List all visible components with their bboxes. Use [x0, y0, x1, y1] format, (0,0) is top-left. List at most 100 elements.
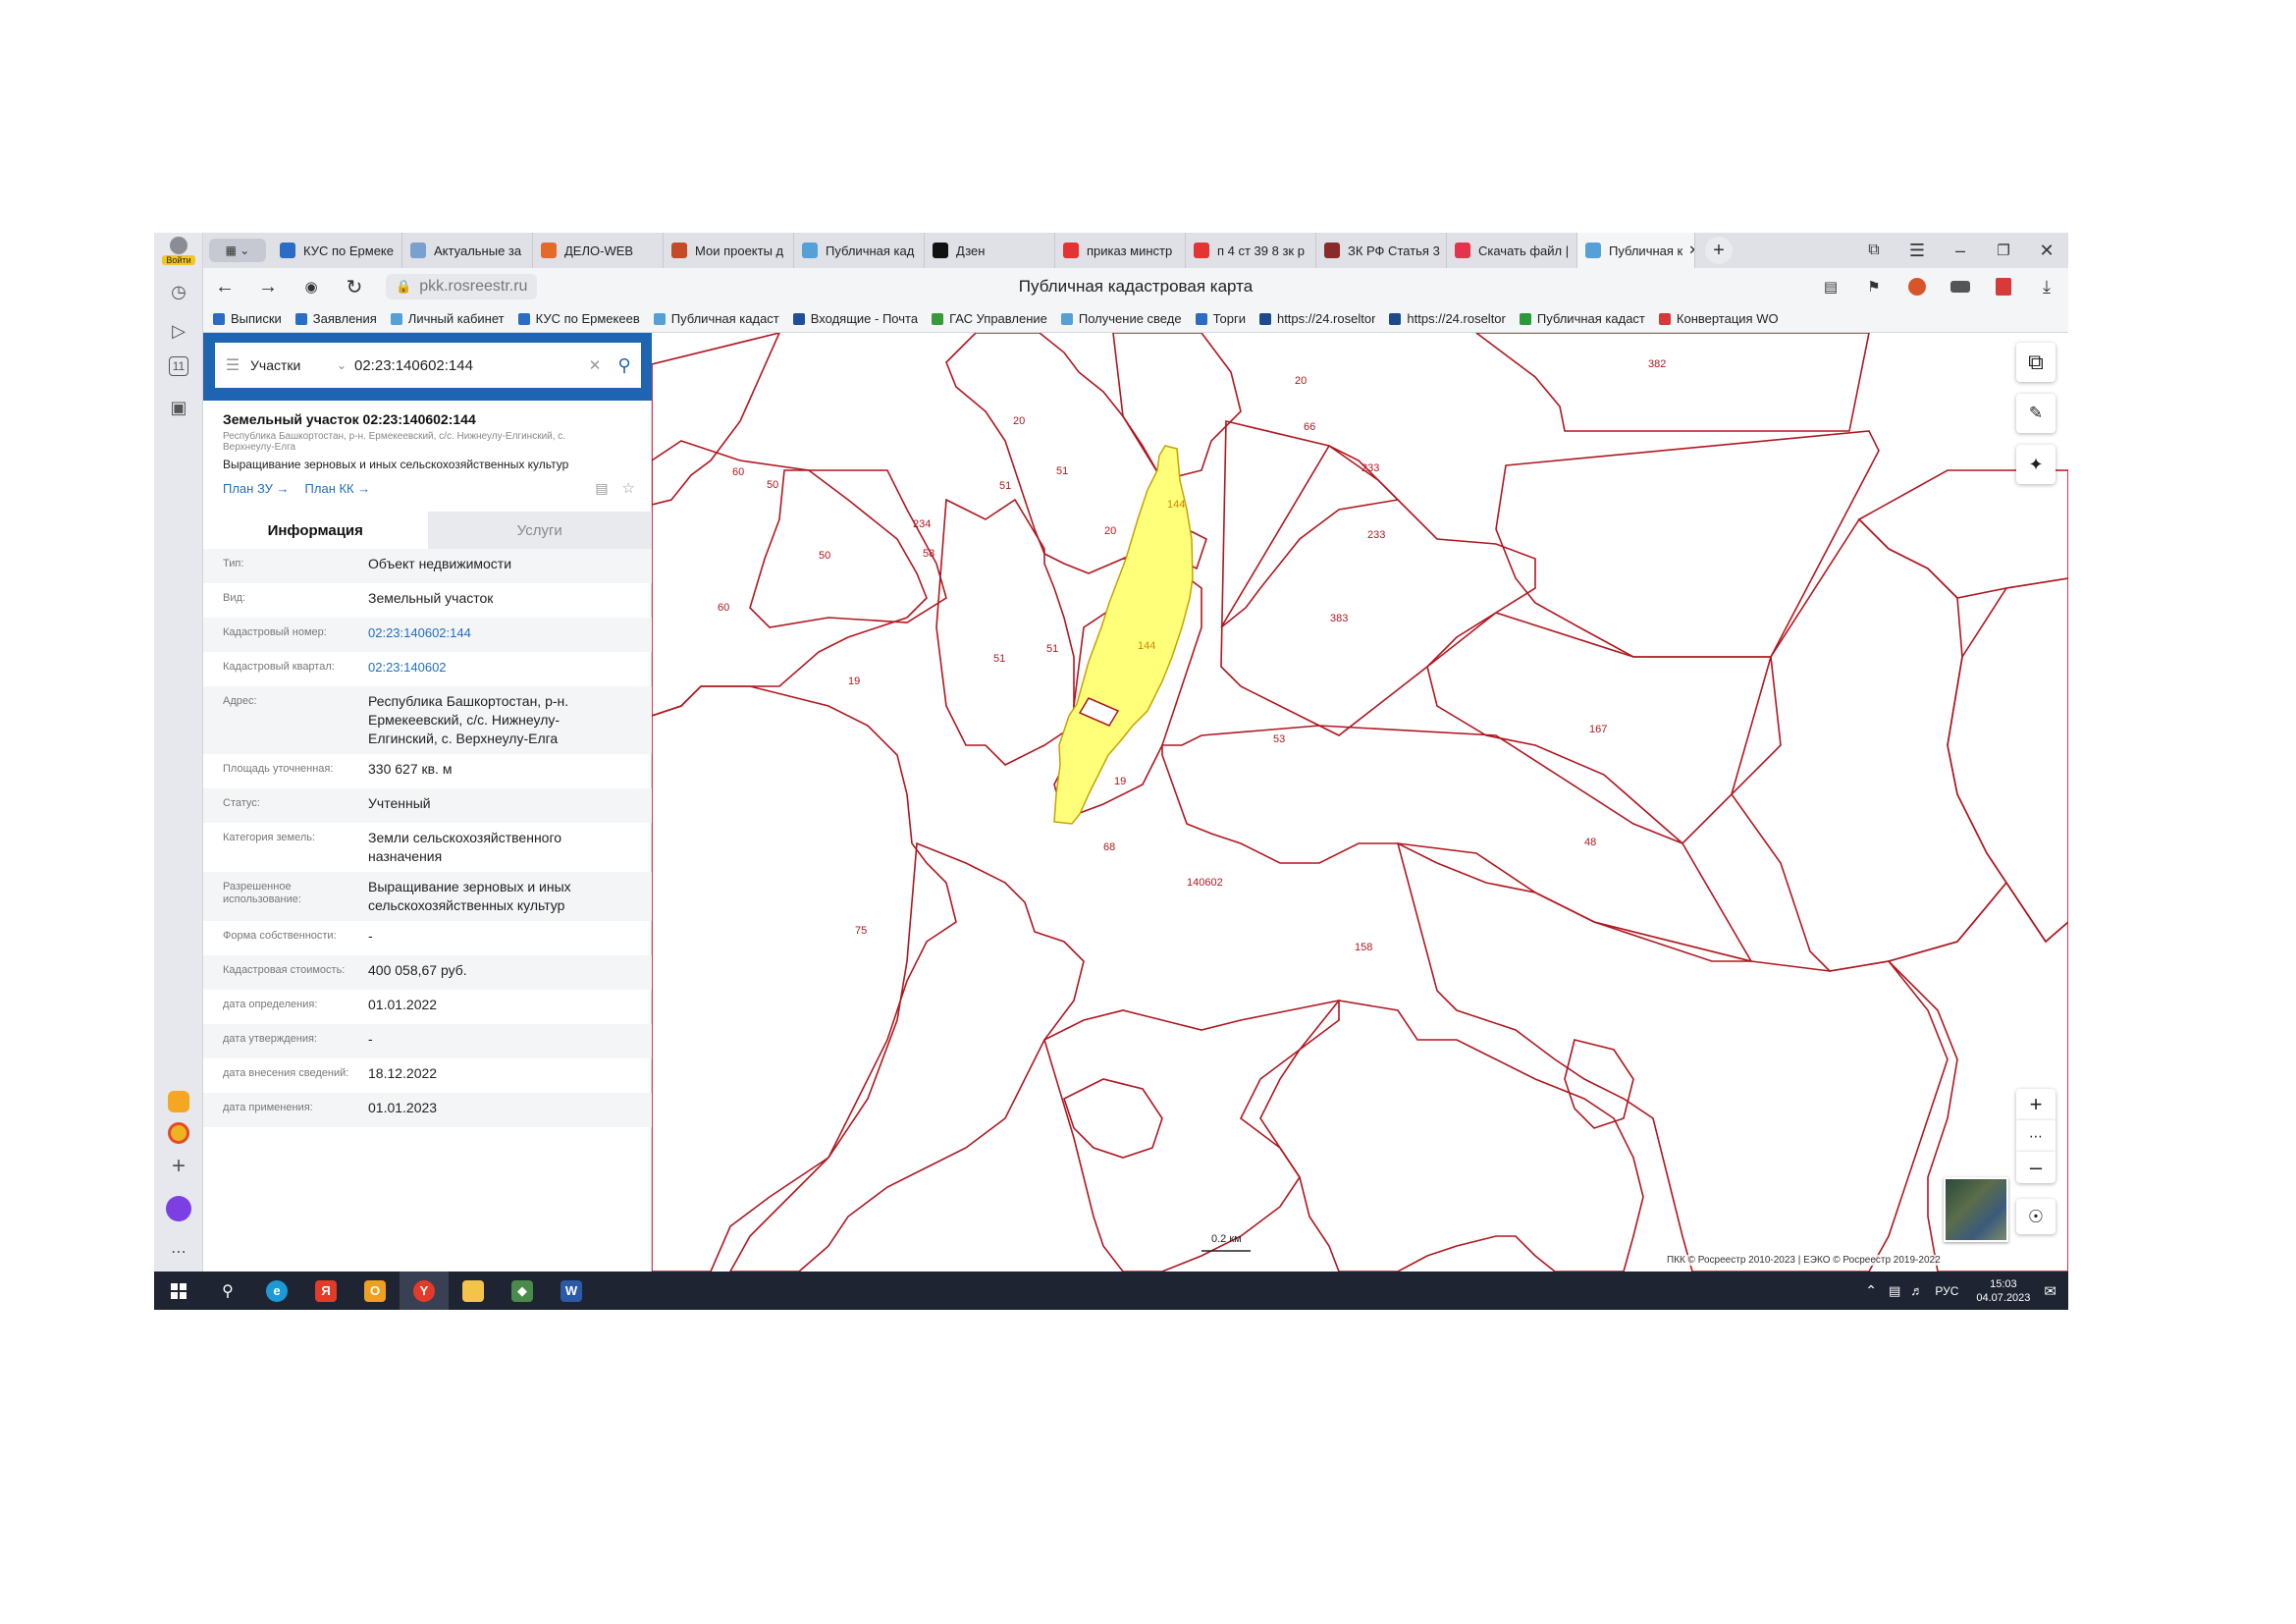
satellite-thumbnail[interactable]: [1944, 1177, 2008, 1242]
zoom-out-button[interactable]: –: [2016, 1152, 2056, 1183]
volume-icon[interactable]: ♬: [1910, 1283, 1923, 1298]
menu-icon[interactable]: ☰: [1896, 241, 1939, 261]
outlook-icon[interactable]: O: [350, 1272, 400, 1310]
bookmark-favicon: [1519, 312, 1531, 325]
menu-hamburger-icon[interactable]: ☰: [215, 355, 250, 375]
tabs-counter-icon[interactable]: 11: [169, 356, 188, 376]
profile-button[interactable]: Войти: [162, 237, 195, 268]
extension-1-icon[interactable]: [1896, 268, 1939, 305]
bookmark-item[interactable]: Выписки: [213, 311, 282, 326]
minimize-icon[interactable]: –: [1939, 241, 1982, 261]
tab-label: п 4 ст 39 8 зк р: [1217, 243, 1305, 258]
history-icon[interactable]: ◷: [165, 278, 192, 305]
attribute-row: Категория земель: Земли сельскохозяйствен…: [203, 823, 652, 872]
collections-icon[interactable]: [165, 1088, 192, 1115]
bookmark-item[interactable]: Входящие - Почта: [792, 311, 918, 326]
ruler-icon[interactable]: ✎: [2016, 394, 2056, 433]
search-icon[interactable]: ⚲: [608, 355, 641, 376]
extension-2-icon[interactable]: [1939, 268, 1982, 305]
bookmark-item[interactable]: КУС по Ермекеев: [517, 311, 640, 326]
bookmark-item[interactable]: Получение сведе: [1060, 311, 1182, 326]
bookmark-manager-icon[interactable]: ⧉: [1852, 242, 1896, 259]
file-explorer-icon[interactable]: [449, 1272, 498, 1310]
browser-tab[interactable]: КУС по Ермеке: [272, 233, 402, 268]
favorite-star-icon[interactable]: ☆: [622, 479, 635, 497]
locate-icon[interactable]: ✦: [2016, 445, 2056, 484]
yandex-browser-icon[interactable]: Я: [301, 1272, 350, 1310]
network-icon[interactable]: ▤: [1889, 1283, 1900, 1299]
tab-favicon: [802, 243, 818, 258]
zoom-more-icon[interactable]: ⋯: [2016, 1120, 2056, 1152]
reload-icon[interactable]: ↻: [333, 268, 376, 305]
notifications-icon[interactable]: ✉: [2044, 1282, 2056, 1300]
layers-icon[interactable]: ⧉: [2016, 343, 2056, 382]
restore-icon[interactable]: ❐: [1982, 242, 2025, 259]
network-app-icon[interactable]: ◆: [498, 1272, 547, 1310]
market-icon[interactable]: [165, 1119, 192, 1147]
attribute-key: Статус:: [223, 797, 260, 809]
plan-kk-link[interactable]: План КК →: [305, 481, 371, 496]
browser-tab[interactable]: Актуальные за: [402, 233, 533, 268]
screenshot-icon[interactable]: ▣: [165, 394, 192, 421]
add-panel-icon[interactable]: +: [165, 1153, 192, 1180]
bookmark-item[interactable]: Публичная кадаст: [653, 311, 779, 326]
report-icon[interactable]: ▤: [595, 480, 608, 497]
url-field[interactable]: 🔒 pkk.rosreestr.ru: [386, 274, 538, 299]
bookmark-item[interactable]: ГАС Управление: [932, 311, 1047, 326]
start-icon[interactable]: [154, 1272, 203, 1310]
clear-icon[interactable]: ✕: [582, 356, 608, 374]
search-input[interactable]: 02:23:140602:144: [354, 357, 582, 374]
browser-tab[interactable]: приказ минстр: [1055, 233, 1186, 268]
bookmark-item[interactable]: Публичная кадаст: [1519, 311, 1645, 326]
language-indicator[interactable]: РУС: [1935, 1284, 1958, 1298]
edge-icon[interactable]: e: [252, 1272, 301, 1310]
bookmark-item[interactable]: Личный кабинет: [390, 311, 505, 326]
yandex-app-icon[interactable]: Y: [400, 1272, 449, 1310]
attribute-value[interactable]: 02:23:140602:144: [368, 623, 623, 642]
plan-zu-link[interactable]: План ЗУ →: [223, 481, 290, 496]
more-icon[interactable]: ⋯: [165, 1238, 192, 1266]
tab-services[interactable]: Услуги: [427, 512, 652, 549]
alice-icon[interactable]: [165, 1195, 192, 1222]
bookmark-item[interactable]: https://24.roseltor: [1258, 311, 1375, 326]
new-tab-button[interactable]: +: [1705, 237, 1733, 264]
download-icon[interactable]: ⤓: [2025, 268, 2068, 305]
clock[interactable]: 15:03 04.07.2023: [1976, 1277, 2030, 1305]
zoom-in-button[interactable]: +: [2016, 1089, 2056, 1120]
reader-icon[interactable]: ▤: [1809, 268, 1852, 305]
browser-tab[interactable]: Мои проекты д: [664, 233, 794, 268]
attribute-row: Тип: Объект недвижимости: [203, 549, 652, 583]
cadastral-map[interactable]: 20 382 20 66 60 50 51 51 233 144 234 20 233 50 58 60 383…: [652, 333, 2068, 1272]
attribute-value[interactable]: 02:23:140602: [368, 658, 623, 677]
browser-tab[interactable]: ЗК РФ Статья 3: [1316, 233, 1447, 268]
attribute-key: Разрешенное использование:: [223, 881, 301, 905]
tab-group-button[interactable]: ▦ ⌄: [209, 239, 266, 262]
close-tab-icon[interactable]: ✕: [1688, 243, 1694, 258]
bookmarks-bar: Выписки Заявления Личный кабинет КУС по Ерм…: [203, 305, 2068, 333]
bookmark-item[interactable]: https://24.roseltor: [1389, 311, 1506, 326]
word-icon[interactable]: W: [547, 1272, 596, 1310]
attribute-key: Тип:: [223, 558, 244, 569]
browser-tab[interactable]: Публичная к ✕: [1577, 233, 1695, 268]
search-taskbar-icon[interactable]: ⚲: [203, 1272, 252, 1310]
yandex-icon[interactable]: ◉: [290, 268, 333, 305]
bookmark-item[interactable]: Конвертация WO: [1658, 311, 1779, 326]
browser-tab[interactable]: Дзен: [925, 233, 1055, 268]
browser-tab[interactable]: Скачать файл |: [1447, 233, 1577, 268]
extension-3-icon[interactable]: [1982, 268, 2025, 305]
bookmark-item[interactable]: Торги: [1195, 311, 1246, 326]
back-icon[interactable]: ←: [203, 268, 246, 305]
map-parcels[interactable]: 20 382 20 66 60 50 51 51 233 144 234 20 233 50 58 60 383…: [652, 333, 2068, 1272]
search-type-select[interactable]: Участки ⌄: [250, 357, 354, 373]
forward-icon[interactable]: →: [246, 268, 290, 305]
close-window-icon[interactable]: ✕: [2025, 241, 2068, 261]
browser-tab[interactable]: п 4 ст 39 8 зк р: [1186, 233, 1316, 268]
play-icon[interactable]: ▷: [165, 317, 192, 345]
bookmark-item[interactable]: Заявления: [294, 311, 377, 326]
tray-chevron-icon[interactable]: ⌃: [1865, 1282, 1877, 1299]
browser-tab[interactable]: Публичная кад: [794, 233, 925, 268]
browser-tab[interactable]: ДЕЛО-WEB: [533, 233, 664, 268]
compass-icon[interactable]: ☉: [2016, 1199, 2056, 1234]
tab-information[interactable]: Информация: [203, 512, 428, 549]
bookmark-icon[interactable]: ⚑: [1852, 268, 1896, 305]
